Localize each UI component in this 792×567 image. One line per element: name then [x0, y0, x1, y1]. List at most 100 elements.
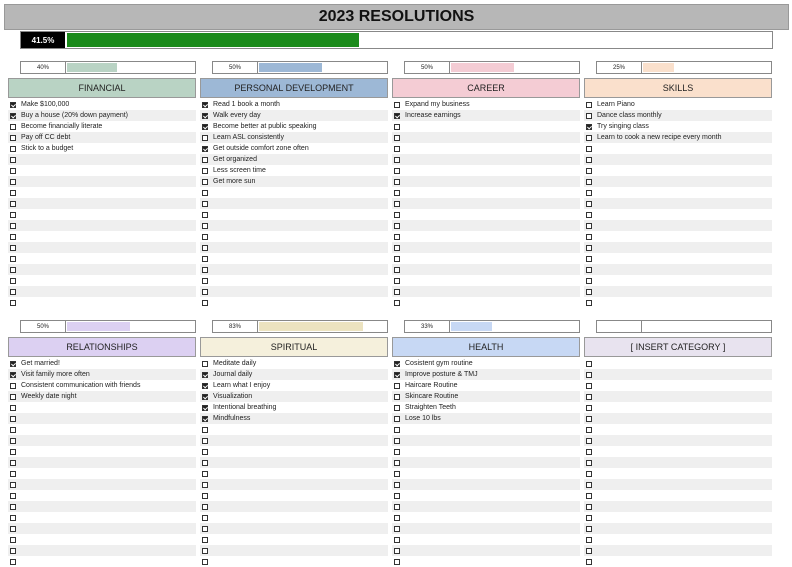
resolution-checkbox[interactable]: [10, 101, 16, 108]
resolution-checkbox[interactable]: [202, 558, 208, 565]
resolution-checkbox[interactable]: [10, 393, 16, 400]
resolution-checkbox[interactable]: [394, 211, 400, 218]
resolution-checkbox[interactable]: [10, 123, 16, 130]
resolution-text[interactable]: Weekly date night: [21, 393, 77, 400]
resolution-checkbox[interactable]: [10, 167, 16, 174]
resolution-checkbox[interactable]: [202, 503, 208, 510]
resolution-checkbox[interactable]: [586, 371, 592, 378]
resolution-checkbox[interactable]: [394, 514, 400, 521]
resolution-text[interactable]: Cosistent gym routine: [405, 360, 473, 367]
resolution-text[interactable]: Dance class monthly: [597, 112, 662, 119]
resolution-checkbox[interactable]: [586, 470, 592, 477]
resolution-checkbox[interactable]: [586, 299, 592, 306]
resolution-checkbox[interactable]: [586, 189, 592, 196]
resolution-checkbox[interactable]: [202, 426, 208, 433]
resolution-text[interactable]: Pay off CC debt: [21, 134, 70, 141]
resolution-checkbox[interactable]: [394, 156, 400, 163]
resolution-checkbox[interactable]: [10, 360, 16, 367]
resolution-checkbox[interactable]: [202, 470, 208, 477]
resolution-checkbox[interactable]: [586, 481, 592, 488]
resolution-checkbox[interactable]: [394, 448, 400, 455]
resolution-checkbox[interactable]: [586, 382, 592, 389]
resolution-checkbox[interactable]: [10, 536, 16, 543]
resolution-checkbox[interactable]: [394, 426, 400, 433]
resolution-checkbox[interactable]: [10, 382, 16, 389]
resolution-text[interactable]: Learn to cook a new recipe every month: [597, 134, 722, 141]
resolution-checkbox[interactable]: [202, 244, 208, 251]
resolution-checkbox[interactable]: [202, 525, 208, 532]
resolution-checkbox[interactable]: [202, 200, 208, 207]
resolution-checkbox[interactable]: [10, 255, 16, 262]
resolution-checkbox[interactable]: [586, 156, 592, 163]
resolution-text[interactable]: Buy a house (20% down payment): [21, 112, 128, 119]
resolution-checkbox[interactable]: [202, 459, 208, 466]
resolution-checkbox[interactable]: [586, 222, 592, 229]
resolution-checkbox[interactable]: [202, 492, 208, 499]
resolution-checkbox[interactable]: [394, 459, 400, 466]
resolution-checkbox[interactable]: [394, 123, 400, 130]
resolution-checkbox[interactable]: [394, 145, 400, 152]
resolution-checkbox[interactable]: [394, 288, 400, 295]
resolution-checkbox[interactable]: [10, 178, 16, 185]
resolution-checkbox[interactable]: [10, 437, 16, 444]
resolution-text[interactable]: Expand my business: [405, 101, 470, 108]
resolution-checkbox[interactable]: [10, 503, 16, 510]
resolution-checkbox[interactable]: [10, 244, 16, 251]
resolution-text[interactable]: Get married!: [21, 360, 60, 367]
resolution-checkbox[interactable]: [586, 266, 592, 273]
resolution-checkbox[interactable]: [10, 470, 16, 477]
resolution-checkbox[interactable]: [202, 536, 208, 543]
resolution-checkbox[interactable]: [202, 167, 208, 174]
resolution-checkbox[interactable]: [394, 200, 400, 207]
resolution-checkbox[interactable]: [202, 233, 208, 240]
resolution-checkbox[interactable]: [586, 255, 592, 262]
resolution-text[interactable]: Walk every day: [213, 112, 261, 119]
resolution-checkbox[interactable]: [10, 134, 16, 141]
resolution-checkbox[interactable]: [394, 233, 400, 240]
resolution-checkbox[interactable]: [586, 525, 592, 532]
resolution-checkbox[interactable]: [586, 426, 592, 433]
resolution-checkbox[interactable]: [586, 277, 592, 284]
resolution-checkbox[interactable]: [10, 404, 16, 411]
resolution-checkbox[interactable]: [202, 145, 208, 152]
resolution-text[interactable]: Get organized: [213, 156, 257, 163]
resolution-text[interactable]: Visualization: [213, 393, 252, 400]
resolution-text[interactable]: Meditate daily: [213, 360, 256, 367]
resolution-checkbox[interactable]: [10, 481, 16, 488]
resolution-checkbox[interactable]: [202, 123, 208, 130]
resolution-checkbox[interactable]: [10, 415, 16, 422]
resolution-checkbox[interactable]: [10, 547, 16, 554]
resolution-checkbox[interactable]: [586, 233, 592, 240]
resolution-checkbox[interactable]: [202, 156, 208, 163]
resolution-text[interactable]: Learn Piano: [597, 101, 635, 108]
resolution-checkbox[interactable]: [394, 101, 400, 108]
resolution-checkbox[interactable]: [202, 360, 208, 367]
resolution-checkbox[interactable]: [10, 558, 16, 565]
resolution-text[interactable]: Get outside comfort zone often: [213, 145, 309, 152]
resolution-checkbox[interactable]: [394, 437, 400, 444]
resolution-checkbox[interactable]: [586, 492, 592, 499]
resolution-checkbox[interactable]: [394, 371, 400, 378]
resolution-checkbox[interactable]: [202, 277, 208, 284]
resolution-text[interactable]: Become financially literate: [21, 123, 102, 130]
resolution-text[interactable]: Straighten Teeth: [405, 404, 456, 411]
resolution-text[interactable]: Make $100,000: [21, 101, 69, 108]
resolution-text[interactable]: Learn what I enjoy: [213, 382, 270, 389]
resolution-checkbox[interactable]: [394, 244, 400, 251]
resolution-checkbox[interactable]: [394, 525, 400, 532]
resolution-checkbox[interactable]: [394, 222, 400, 229]
resolution-checkbox[interactable]: [202, 178, 208, 185]
resolution-checkbox[interactable]: [586, 393, 592, 400]
resolution-checkbox[interactable]: [586, 437, 592, 444]
resolution-checkbox[interactable]: [394, 134, 400, 141]
resolution-checkbox[interactable]: [586, 558, 592, 565]
resolution-text[interactable]: Try singing class: [597, 123, 649, 130]
resolution-checkbox[interactable]: [10, 189, 16, 196]
resolution-checkbox[interactable]: [202, 255, 208, 262]
resolution-text[interactable]: Intentional breathing: [213, 404, 276, 411]
resolution-checkbox[interactable]: [202, 393, 208, 400]
resolution-checkbox[interactable]: [394, 299, 400, 306]
resolution-checkbox[interactable]: [586, 404, 592, 411]
resolution-checkbox[interactable]: [394, 503, 400, 510]
resolution-checkbox[interactable]: [586, 547, 592, 554]
